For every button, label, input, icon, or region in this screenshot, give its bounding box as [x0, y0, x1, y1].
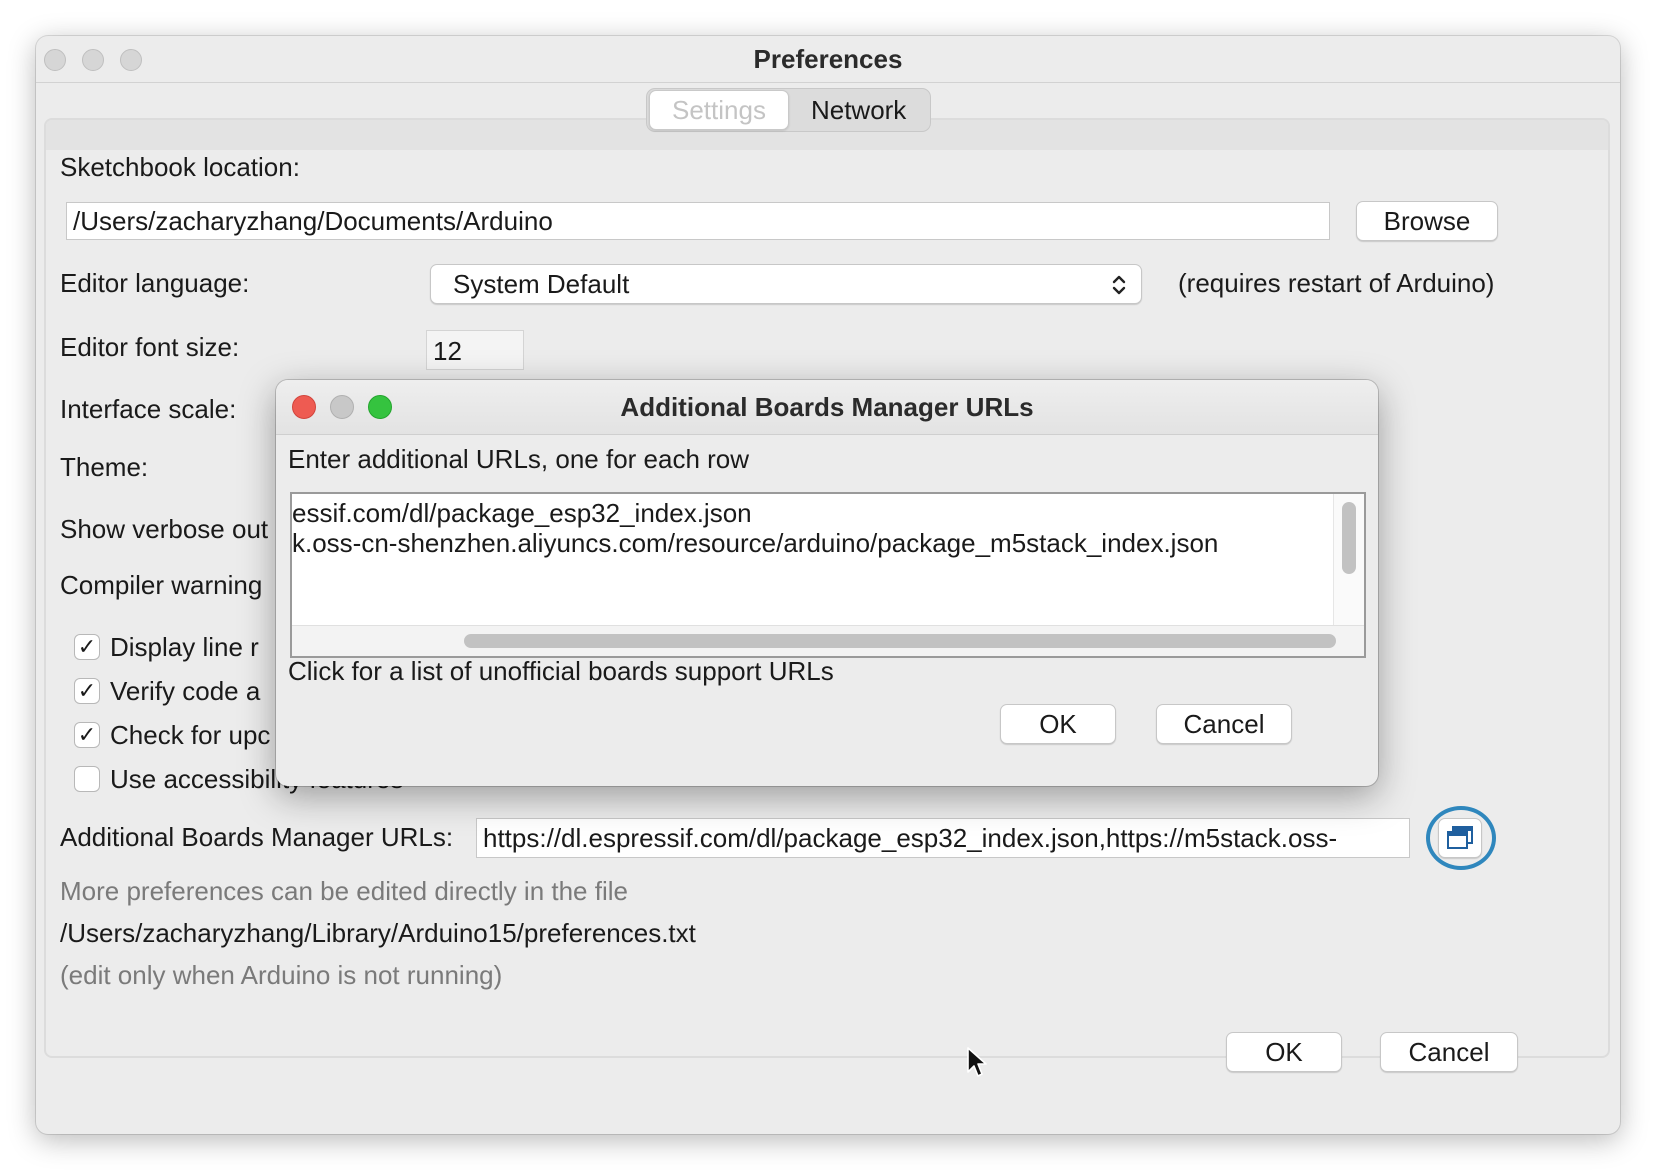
accessibility-checkbox[interactable] — [74, 766, 100, 792]
editor-language-label: Editor language: — [60, 268, 250, 298]
select-arrows-icon — [1112, 275, 1126, 295]
url-row: essif.com/dl/package_esp32_index.json — [292, 498, 752, 528]
sketchbook-path-field[interactable]: /Users/zacharyzhang/Documents/Arduino — [66, 202, 1330, 240]
font-size-field[interactable]: 12 — [426, 330, 524, 370]
horizontal-scrollbar[interactable] — [292, 625, 1364, 656]
verify-code-checkbox[interactable]: ✓ — [74, 678, 100, 704]
window-titlebar: Preferences — [36, 36, 1620, 83]
url-row: k.oss-cn-shenzhen.aliyuncs.com/resource/… — [292, 528, 1219, 558]
compiler-warnings-label: Compiler warning — [60, 570, 263, 600]
window-title: Preferences — [753, 44, 903, 74]
mouse-pointer-icon — [967, 1047, 987, 1077]
check-updates-label: Check for upc — [110, 720, 271, 750]
editor-language-select[interactable]: System Default — [430, 264, 1142, 304]
tab-settings[interactable]: Settings — [649, 90, 789, 130]
vertical-scrollbar[interactable] — [1333, 494, 1364, 628]
prefs-file-path[interactable]: /Users/zacharyzhang/Library/Arduino15/pr… — [60, 918, 696, 949]
edit-only-note: (edit only when Arduino is not running) — [60, 960, 503, 990]
check-updates-checkbox[interactable]: ✓ — [74, 722, 100, 748]
window-stack-icon — [1447, 826, 1473, 849]
display-line-numbers-label: Display line r — [110, 632, 259, 662]
dialog-instruction: Enter additional URLs, one for each row — [288, 444, 750, 474]
theme-label: Theme: — [60, 452, 149, 482]
boards-urls-field[interactable]: https://dl.espressif.com/dl/package_esp3… — [476, 818, 1410, 858]
more-prefs-note: More preferences can be edited directly … — [60, 876, 628, 906]
verify-code-label: Verify code a — [110, 676, 261, 706]
dialog-titlebar: Additional Boards Manager URLs — [276, 380, 1378, 435]
boards-urls-label: Additional Boards Manager URLs: — [60, 822, 454, 852]
horizontal-scroll-thumb[interactable] — [464, 634, 1336, 648]
ok-button[interactable]: OK — [1226, 1032, 1342, 1072]
verbose-output-label: Show verbose out — [60, 514, 269, 544]
font-size-label: Editor font size: — [60, 332, 240, 362]
display-line-numbers-checkbox[interactable]: ✓ — [74, 634, 100, 660]
browse-button[interactable]: Browse — [1356, 201, 1498, 241]
boards-urls-dialog: Additional Boards Manager URLs Enter add… — [276, 380, 1378, 786]
vertical-scroll-thumb[interactable] — [1342, 502, 1356, 574]
edit-boards-urls-button[interactable] — [1438, 818, 1482, 858]
dialog-title: Additional Boards Manager URLs — [620, 392, 1034, 422]
tab-bar: Settings Network — [646, 88, 932, 132]
dialog-cancel-button[interactable]: Cancel — [1156, 704, 1292, 744]
urls-textarea[interactable]: essif.com/dl/package_esp32_index.json k.… — [290, 492, 1366, 658]
sketchbook-label: Sketchbook location: — [60, 152, 300, 182]
language-restart-note: (requires restart of Arduino) — [1178, 268, 1495, 298]
interface-scale-label: Interface scale: — [60, 394, 237, 424]
dialog-ok-button[interactable]: OK — [1000, 704, 1116, 744]
editor-language-value: System Default — [453, 269, 630, 299]
cancel-button[interactable]: Cancel — [1380, 1032, 1518, 1072]
unofficial-boards-link[interactable]: Click for a list of unofficial boards su… — [288, 656, 834, 687]
tab-network[interactable]: Network — [789, 91, 928, 129]
